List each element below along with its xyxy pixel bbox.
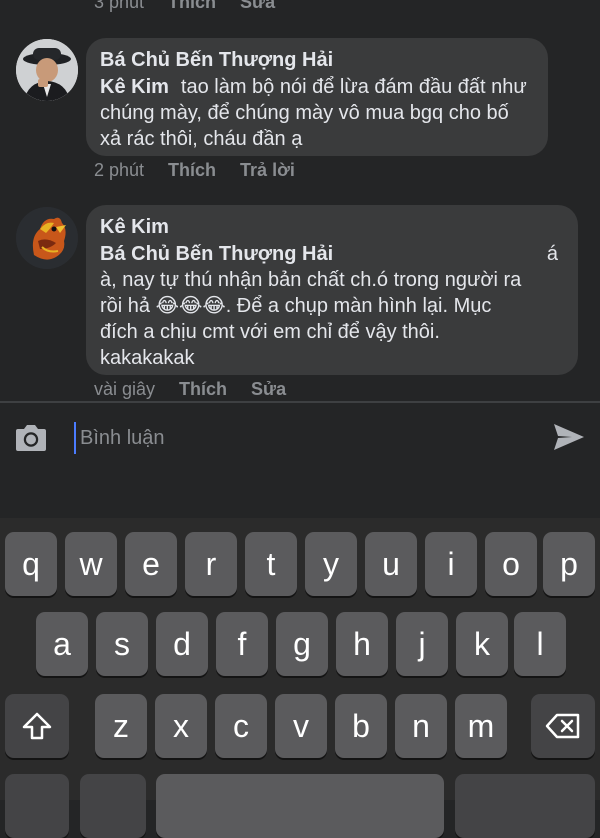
key-l[interactable]: l <box>514 612 566 676</box>
key-d[interactable]: d <box>156 612 208 676</box>
previous-comment-meta: 3 phút Thích Sửa <box>94 0 275 13</box>
comment-input[interactable] <box>74 422 520 454</box>
reply-button[interactable]: Trả lời <box>240 160 295 181</box>
key-t[interactable]: t <box>245 532 297 596</box>
shift-icon[interactable] <box>5 694 69 758</box>
key-o[interactable]: o <box>485 532 537 596</box>
comment-time: vài giây <box>94 379 156 399</box>
comment-line: à, nay tự thú nhận bản chất ch.ó trong n… <box>100 269 522 291</box>
like-button[interactable]: Thích <box>168 160 216 181</box>
divider <box>0 401 600 403</box>
mention-tag[interactable]: Bá Chủ Bến Thượng Hải <box>100 241 333 267</box>
key-q[interactable]: q <box>5 532 57 596</box>
space-key[interactable] <box>156 774 444 838</box>
key-w[interactable]: w <box>65 532 117 596</box>
key-j[interactable]: j <box>396 612 448 676</box>
key-c[interactable]: c <box>215 694 267 758</box>
like-button[interactable]: Thích <box>179 379 227 400</box>
key-m[interactable]: m <box>455 694 507 758</box>
avatar-image <box>16 207 78 269</box>
keyboard: q w e r t y u i o p a s d f g h j k l z … <box>0 518 600 838</box>
key-e[interactable]: e <box>125 532 177 596</box>
avatar[interactable] <box>16 39 78 101</box>
avatar-image <box>16 39 78 101</box>
previous-comment-time: 3 phút <box>94 0 145 12</box>
mention-tag[interactable]: Kê Kim <box>100 76 169 98</box>
like-button[interactable]: Thích <box>168 0 216 13</box>
comment-meta: 2 phút Thích Trả lời <box>94 160 295 181</box>
key-r[interactable]: r <box>185 532 237 596</box>
comment-author[interactable]: Bá Chủ Bến Thượng Hải <box>100 46 532 74</box>
comment-tag-line: Bá Chủ Bến Thượng Hải á <box>100 241 562 267</box>
key-v[interactable]: v <box>275 694 327 758</box>
key-x[interactable]: x <box>155 694 207 758</box>
send-icon[interactable] <box>552 422 586 452</box>
key-i[interactable]: i <box>425 532 477 596</box>
key-g[interactable]: g <box>276 612 328 676</box>
return-key[interactable] <box>455 774 595 838</box>
comment-text: Kê Kim tao làm bộ nói để lừa đám đầu đất … <box>100 74 532 152</box>
key-n[interactable]: n <box>395 694 447 758</box>
comment-meta: vài giây Thích Sửa <box>94 379 286 400</box>
edit-button[interactable]: Sửa <box>240 0 275 13</box>
comment-line: đích a chịu cmt với em chỉ để vậy thôi. <box>100 321 440 343</box>
edit-button[interactable]: Sửa <box>251 379 286 400</box>
comment-author[interactable]: Kê Kim <box>100 213 562 241</box>
backspace-icon[interactable] <box>531 694 595 758</box>
key-k[interactable]: k <box>456 612 508 676</box>
key-y[interactable]: y <box>305 532 357 596</box>
key-b[interactable]: b <box>335 694 387 758</box>
key-z[interactable]: z <box>95 694 147 758</box>
key-a[interactable]: a <box>36 612 88 676</box>
avatar[interactable] <box>16 207 78 269</box>
comment-bubble: Kê Kim Bá Chủ Bến Thượng Hải á à, nay tự… <box>86 205 578 375</box>
emoji-key[interactable] <box>80 774 146 838</box>
key-f[interactable]: f <box>216 612 268 676</box>
key-u[interactable]: u <box>365 532 417 596</box>
comment-line: kakakakak <box>100 347 195 369</box>
camera-icon[interactable] <box>13 424 49 452</box>
key-s[interactable]: s <box>96 612 148 676</box>
comment-time: 2 phút <box>94 160 145 180</box>
comment-bubble: Bá Chủ Bến Thượng Hải Kê Kim tao làm bộ n… <box>86 38 548 156</box>
comment-line: rồi hả 😂😂😂. Để a chụp màn hình lại. Mục <box>100 295 492 317</box>
numbers-key[interactable] <box>5 774 69 838</box>
comment-text-start: á <box>546 243 558 265</box>
key-h[interactable]: h <box>336 612 388 676</box>
key-p[interactable]: p <box>543 532 595 596</box>
